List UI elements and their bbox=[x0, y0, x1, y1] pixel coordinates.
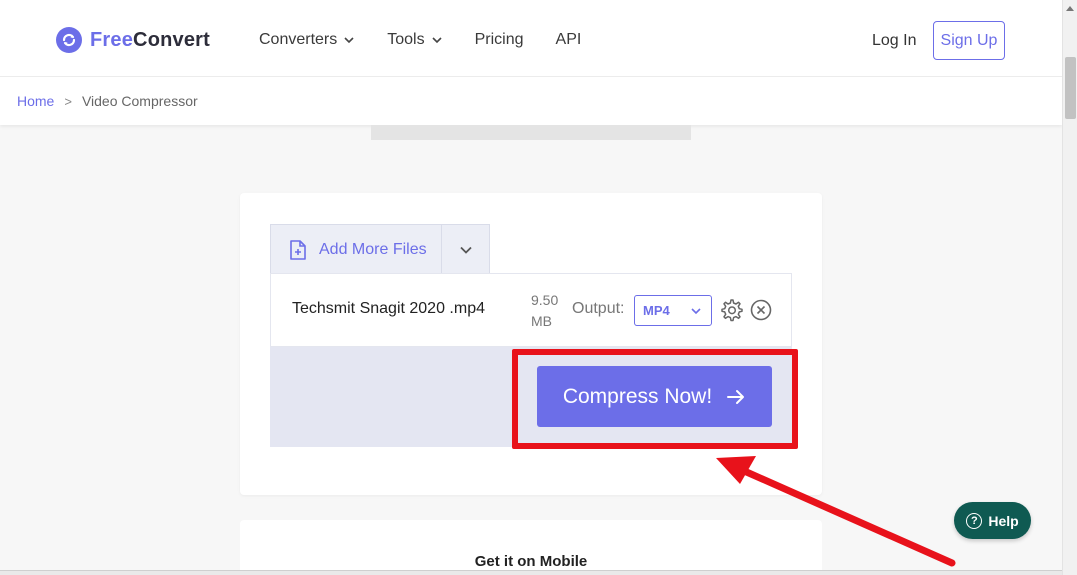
nav-pricing[interactable]: Pricing bbox=[475, 31, 524, 49]
upload-card: Add More Files Techsmit Snagit 2020 .mp4… bbox=[240, 193, 822, 495]
scroll-thumb[interactable] bbox=[1065, 57, 1076, 119]
mobile-section-title: Get it on Mobile bbox=[474, 553, 588, 570]
login-link[interactable]: Log In bbox=[872, 32, 916, 50]
nav-api-label: API bbox=[555, 31, 582, 48]
nav-api[interactable]: API bbox=[556, 31, 582, 49]
add-files-dropdown[interactable] bbox=[441, 225, 489, 274]
nav-tools[interactable]: Tools bbox=[387, 31, 442, 49]
mobile-card: Get it on Mobile bbox=[240, 520, 822, 575]
add-file-icon bbox=[290, 239, 306, 260]
nav-pricing-label: Pricing bbox=[474, 31, 524, 48]
add-more-files-button[interactable]: Add More Files bbox=[271, 225, 441, 274]
help-label: Help bbox=[988, 512, 1019, 529]
output-format-select[interactable]: MP4 bbox=[634, 295, 712, 326]
chevron-down-icon bbox=[460, 246, 472, 254]
chevron-down-icon bbox=[432, 37, 442, 44]
scroll-up-icon[interactable] bbox=[1066, 6, 1074, 11]
nav-converters-label: Converters bbox=[259, 31, 338, 48]
output-format-value: MP4 bbox=[643, 303, 670, 318]
breadcrumb-separator: > bbox=[64, 93, 72, 109]
annotation-highlight-box bbox=[512, 349, 798, 449]
brand-name-free: Free bbox=[90, 28, 134, 51]
gear-icon[interactable] bbox=[718, 297, 744, 323]
file-size-unit: MB bbox=[531, 313, 552, 329]
ad-placeholder bbox=[371, 125, 691, 140]
file-size: 9.50 MB bbox=[531, 290, 567, 332]
brand-name: FreeConvert bbox=[90, 29, 210, 52]
output-label: Output: bbox=[572, 300, 625, 317]
breadcrumb-bar: Home > Video Compressor bbox=[0, 77, 1062, 125]
file-name: Techsmit Snagit 2020 .mp4 bbox=[292, 300, 485, 317]
site-header: FreeConvert Converters Tools Pricing API… bbox=[0, 0, 1062, 77]
freeconvert-logo[interactable]: FreeConvert bbox=[56, 27, 210, 53]
remove-file-icon[interactable] bbox=[749, 298, 773, 322]
main-nav: Converters Tools Pricing API bbox=[259, 31, 613, 49]
taskbar-edge bbox=[0, 570, 1062, 575]
nav-tools-label: Tools bbox=[387, 31, 425, 48]
file-row: Techsmit Snagit 2020 .mp4 9.50 MB Output… bbox=[270, 273, 792, 347]
page-scrollbar[interactable] bbox=[1062, 0, 1077, 575]
chevron-down-icon bbox=[344, 37, 354, 44]
brand-name-convert: Convert bbox=[133, 28, 211, 51]
add-more-files-label: Add More Files bbox=[319, 240, 427, 258]
breadcrumb: Home > Video Compressor bbox=[17, 93, 198, 109]
file-size-value: 9.50 bbox=[531, 292, 559, 308]
nav-converters[interactable]: Converters bbox=[259, 31, 355, 49]
breadcrumb-home[interactable]: Home bbox=[17, 93, 54, 109]
help-button[interactable]: ? Help bbox=[954, 502, 1031, 539]
signup-button[interactable]: Sign Up bbox=[933, 21, 1005, 60]
add-files-group: Add More Files bbox=[270, 224, 490, 274]
convert-cycle-icon bbox=[56, 27, 82, 53]
chevron-down-icon bbox=[691, 307, 701, 314]
help-icon: ? bbox=[966, 512, 983, 529]
breadcrumb-current: Video Compressor bbox=[81, 93, 198, 109]
